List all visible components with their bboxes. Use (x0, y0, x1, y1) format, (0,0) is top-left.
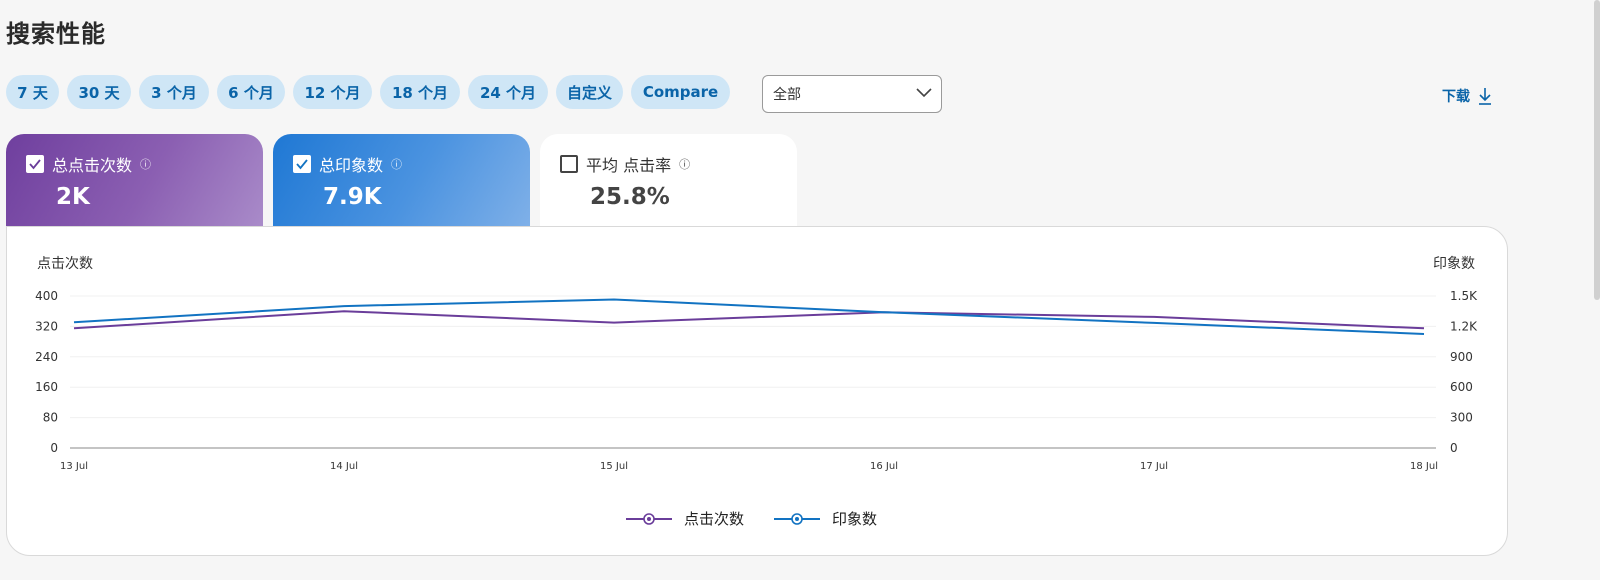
metric-card-ctr[interactable]: 平均 点击率 ⓘ 25.8% (540, 134, 797, 226)
filter-select[interactable]: 全部 (762, 75, 942, 113)
info-icon[interactable]: ⓘ (679, 156, 690, 172)
impressions-checkbox[interactable] (293, 155, 311, 173)
legend-label-impressions: 印象数 (832, 510, 878, 528)
filter-select-value: 全部 (773, 87, 801, 103)
page-title: 搜索性能 (6, 20, 106, 48)
range-12-months[interactable]: 12 个月 (293, 75, 372, 109)
metric-card-clicks[interactable]: 总点击次数 ⓘ 2K (6, 134, 263, 226)
legend-marker-impressions (774, 512, 821, 525)
chevron-down-icon (916, 88, 932, 98)
chart-panel (6, 226, 1508, 556)
download-link[interactable]: 下载 (1442, 86, 1492, 106)
clicks-label: 总点击次数 (52, 156, 133, 175)
metric-card-impressions[interactable]: 总印象数 ⓘ 7.9K (273, 134, 530, 226)
range-3-months[interactable]: 3 个月 (139, 75, 209, 109)
check-icon (29, 159, 41, 170)
clicks-value: 2K (56, 184, 90, 210)
range-24-months[interactable]: 24 个月 (468, 75, 548, 109)
range-compare[interactable]: Compare (631, 75, 730, 109)
legend-marker-clicks (626, 512, 672, 525)
y-right-axis-title: 印象数 (1433, 256, 1475, 272)
ctr-value: 25.8% (590, 184, 670, 210)
ctr-checkbox[interactable] (560, 155, 578, 173)
download-icon (1479, 88, 1491, 105)
range-7-days[interactable]: 7 天 (6, 75, 59, 109)
info-icon[interactable]: ⓘ (391, 156, 402, 172)
legend-item-impressions[interactable]: 印象数 (774, 508, 877, 529)
range-18-months[interactable]: 18 个月 (380, 75, 460, 109)
ctr-label: 平均 点击率 (586, 156, 672, 175)
download-label: 下载 (1442, 89, 1470, 105)
clicks-checkbox[interactable] (26, 155, 44, 173)
legend-item-clicks[interactable]: 点击次数 (626, 508, 744, 529)
range-6-months[interactable]: 6 个月 (217, 75, 285, 109)
check-icon (296, 159, 308, 170)
impressions-value: 7.9K (323, 184, 382, 210)
info-icon[interactable]: ⓘ (140, 156, 151, 172)
legend-label-clicks: 点击次数 (684, 510, 745, 528)
page-scrollbar[interactable] (1594, 0, 1600, 300)
range-custom[interactable]: 自定义 (556, 75, 623, 109)
range-30-days[interactable]: 30 天 (67, 75, 131, 109)
chart-legend: 点击次数 印象数 (626, 508, 877, 529)
impressions-label: 总印象数 (319, 156, 384, 175)
y-left-axis-title: 点击次数 (37, 256, 93, 272)
